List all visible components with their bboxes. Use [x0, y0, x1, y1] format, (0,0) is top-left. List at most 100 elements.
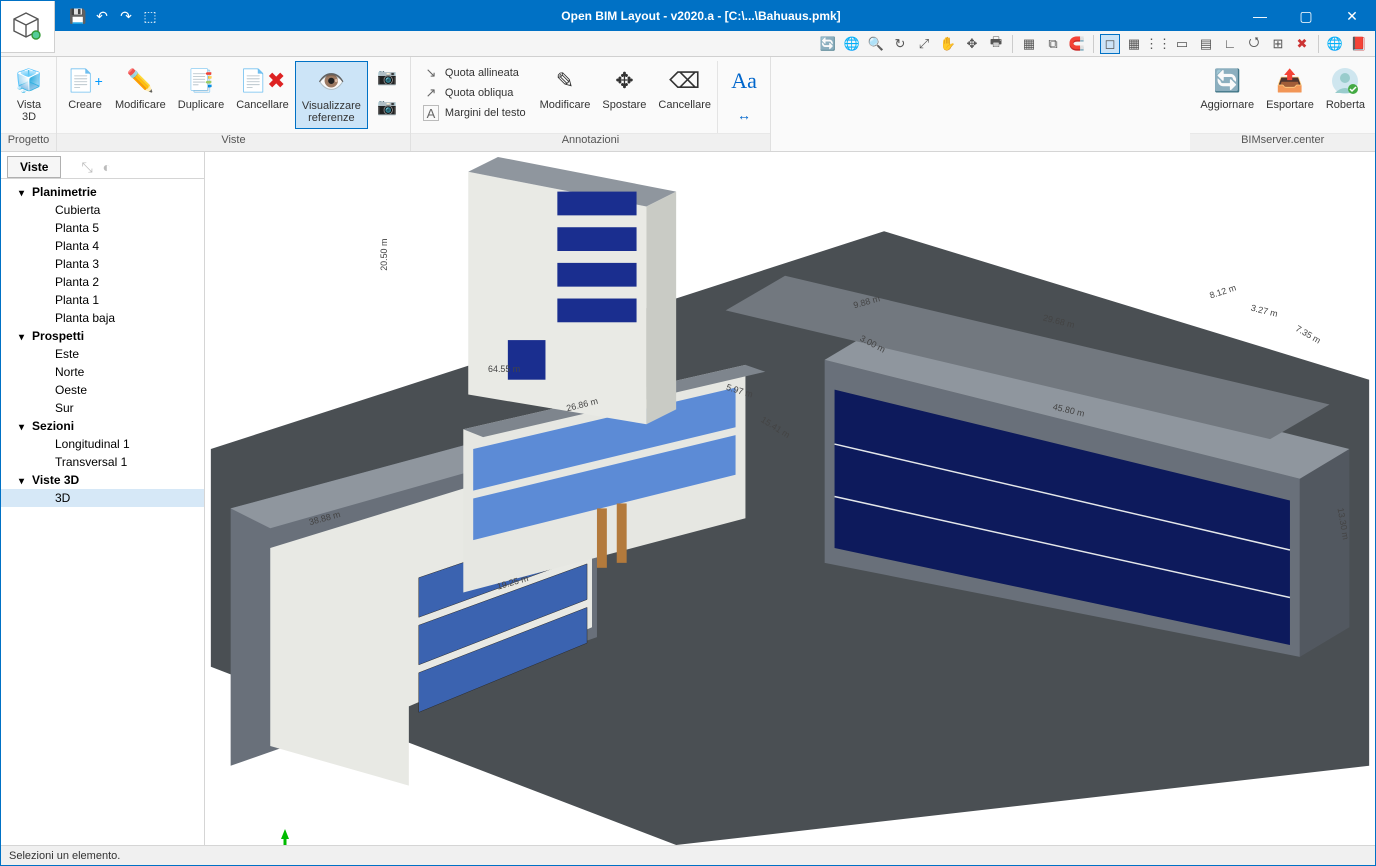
save-icon[interactable]: 💾: [69, 7, 87, 25]
group-label-progetto: Progetto: [1, 133, 56, 151]
cancellare-button[interactable]: 📄✖Cancellare: [230, 61, 295, 115]
close-button[interactable]: ✕: [1329, 1, 1375, 31]
dim-64-55: 64.55 m: [488, 364, 520, 374]
zoom-extents-icon[interactable]: 🌐: [842, 34, 862, 54]
refresh-cloud-icon: 🔄: [1211, 65, 1243, 97]
text-style-button[interactable]: Aa: [726, 63, 762, 101]
opt2-icon[interactable]: ▭: [1172, 34, 1192, 54]
esportare-button[interactable]: 📤Esportare: [1260, 61, 1320, 115]
user-button[interactable]: Roberta: [1320, 61, 1371, 115]
quota-obliqua-button[interactable]: ↗Quota obliqua: [419, 83, 530, 103]
tree-group-prospetti[interactable]: Prospetti: [1, 327, 204, 345]
zoom-window-icon[interactable]: ⤢: [914, 34, 934, 54]
rotate-icon[interactable]: ⭯: [1244, 34, 1264, 54]
views-tree-panel: Viste ⤡◐ PlanimetrieCubiertaPlanta 5Plan…: [1, 152, 205, 845]
orbit-icon[interactable]: 🔄: [818, 34, 838, 54]
undo-icon[interactable]: ↶: [93, 7, 111, 25]
tree-item[interactable]: Planta 4: [1, 237, 204, 255]
tree-item[interactable]: Este: [1, 345, 204, 363]
pencil-icon: ✎: [549, 65, 581, 97]
tree-group-planimetrie[interactable]: Planimetrie: [1, 183, 204, 201]
opt3-icon[interactable]: ▤: [1196, 34, 1216, 54]
tree-item[interactable]: Planta 5: [1, 219, 204, 237]
creare-button[interactable]: 📄+Creare: [61, 61, 109, 115]
tree-item[interactable]: 3D: [1, 489, 204, 507]
tree-group-viste 3d[interactable]: Viste 3D: [1, 471, 204, 489]
book-icon[interactable]: 📕: [1349, 34, 1369, 54]
axis-icon[interactable]: ⤡: [81, 159, 92, 176]
tree-item[interactable]: Norte: [1, 363, 204, 381]
aggiornare-button[interactable]: 🔄Aggiornare: [1194, 61, 1260, 115]
modificare-button[interactable]: ✏️Modificare: [109, 61, 172, 115]
user-avatar-icon: [1329, 65, 1361, 97]
camera-icon: 📷: [375, 65, 399, 89]
app-logo-icon[interactable]: [1, 1, 55, 53]
view-icon[interactable]: ⬚: [141, 7, 159, 25]
title-bar: 💾 ↶ ↷ ⬚ Open BIM Layout - v2020.a - [C:\…: [1, 1, 1375, 31]
ribbon: 🧊 Vista 3D Progetto 📄+Creare ✏️Modificar…: [1, 57, 1375, 152]
orbit-small-icon[interactable]: ◐: [103, 159, 111, 176]
app-title: Open BIM Layout - v2020.a - [C:\...\Bahu…: [165, 9, 1237, 23]
opt4-icon[interactable]: ⊞: [1268, 34, 1288, 54]
dim-line-icon: ↔: [732, 103, 756, 127]
pan-icon[interactable]: ✋: [938, 34, 958, 54]
tree-group-sezioni[interactable]: Sezioni: [1, 417, 204, 435]
eye-icon: 👁️: [315, 66, 347, 98]
refresh-icon[interactable]: ↻: [890, 34, 910, 54]
elements-icon[interactable]: ⧉: [1043, 34, 1063, 54]
angle-icon[interactable]: ∟: [1220, 34, 1240, 54]
oblique-dim-icon: ↗: [423, 85, 439, 101]
tree-item[interactable]: Cubierta: [1, 201, 204, 219]
text-margin-icon: A: [423, 105, 439, 121]
minimize-button[interactable]: —: [1237, 1, 1283, 31]
quick-access-toolbar: 💾 ↶ ↷ ⬚: [69, 7, 159, 25]
text-aa-icon: Aa: [728, 65, 760, 97]
cube-3d-icon: 🧊: [13, 65, 45, 97]
delete-icon: 📄✖: [247, 65, 279, 97]
new-icon: 📄+: [69, 65, 101, 97]
dim-8-12: 8.12 m: [1208, 282, 1237, 300]
tree-tab-viste[interactable]: Viste: [7, 156, 61, 178]
layers-icon[interactable]: ▦: [1019, 34, 1039, 54]
model-canvas[interactable]: 20.50 m 64.55 m 26.86 m 5.97 m 15.41 m 9…: [205, 152, 1375, 845]
tree-item[interactable]: Sur: [1, 399, 204, 417]
quota-allineata-button[interactable]: ↘Quota allineata: [419, 63, 530, 83]
group-label-bimserver: BIMserver.center: [1190, 133, 1375, 151]
visualizzare-button[interactable]: 👁️Visualizzare referenze: [295, 61, 368, 129]
redo-icon[interactable]: ↷: [117, 7, 135, 25]
tree-item[interactable]: Oeste: [1, 381, 204, 399]
tree-item[interactable]: Planta 1: [1, 291, 204, 309]
status-text: Selezioni un elemento.: [9, 850, 120, 862]
duplicare-button[interactable]: 📑Duplicare: [172, 61, 230, 115]
projection-icon[interactable]: ◻: [1100, 34, 1120, 54]
opt1-icon[interactable]: ⋮⋮: [1148, 34, 1168, 54]
tree-item[interactable]: Planta 3: [1, 255, 204, 273]
eraser-icon: ⌫: [669, 65, 701, 97]
tree-item[interactable]: Planta 2: [1, 273, 204, 291]
margini-testo-button[interactable]: AMargini del testo: [419, 103, 530, 123]
camera-2-button[interactable]: 📷: [372, 93, 402, 123]
3d-viewport[interactable]: 20.50 m 64.55 m 26.86 m 5.97 m 15.41 m 9…: [205, 152, 1375, 845]
globe-icon[interactable]: 🌐: [1325, 34, 1345, 54]
grid-icon[interactable]: ▦: [1124, 34, 1144, 54]
zoom-icon[interactable]: 🔍: [866, 34, 886, 54]
annot-modificare-button[interactable]: ✎Modificare: [534, 61, 597, 115]
print-icon[interactable]: 🖶: [986, 34, 1006, 54]
status-bar: Selezioni un elemento.: [1, 845, 1375, 865]
move-icon[interactable]: ✥: [962, 34, 982, 54]
tree-item[interactable]: Longitudinal 1: [1, 435, 204, 453]
camera-1-button[interactable]: 📷: [372, 63, 402, 93]
annot-cancellare-button[interactable]: ⌫Cancellare: [652, 61, 717, 115]
dim-style-button[interactable]: ↔: [726, 101, 762, 131]
maximize-button[interactable]: ▢: [1283, 1, 1329, 31]
move-cross-icon: ✥: [608, 65, 640, 97]
snap-icon[interactable]: 🧲: [1067, 34, 1087, 54]
vista-3d-button[interactable]: 🧊 Vista 3D: [5, 61, 53, 127]
tree-item[interactable]: Transversal 1: [1, 453, 204, 471]
delete-icon[interactable]: ✖: [1292, 34, 1312, 54]
tree-item[interactable]: Planta baja: [1, 309, 204, 327]
dim-20-50: 20.50 m: [379, 239, 389, 271]
group-label-viste: Viste: [57, 133, 410, 151]
export-icon: 📤: [1274, 65, 1306, 97]
spostare-button[interactable]: ✥Spostare: [596, 61, 652, 115]
